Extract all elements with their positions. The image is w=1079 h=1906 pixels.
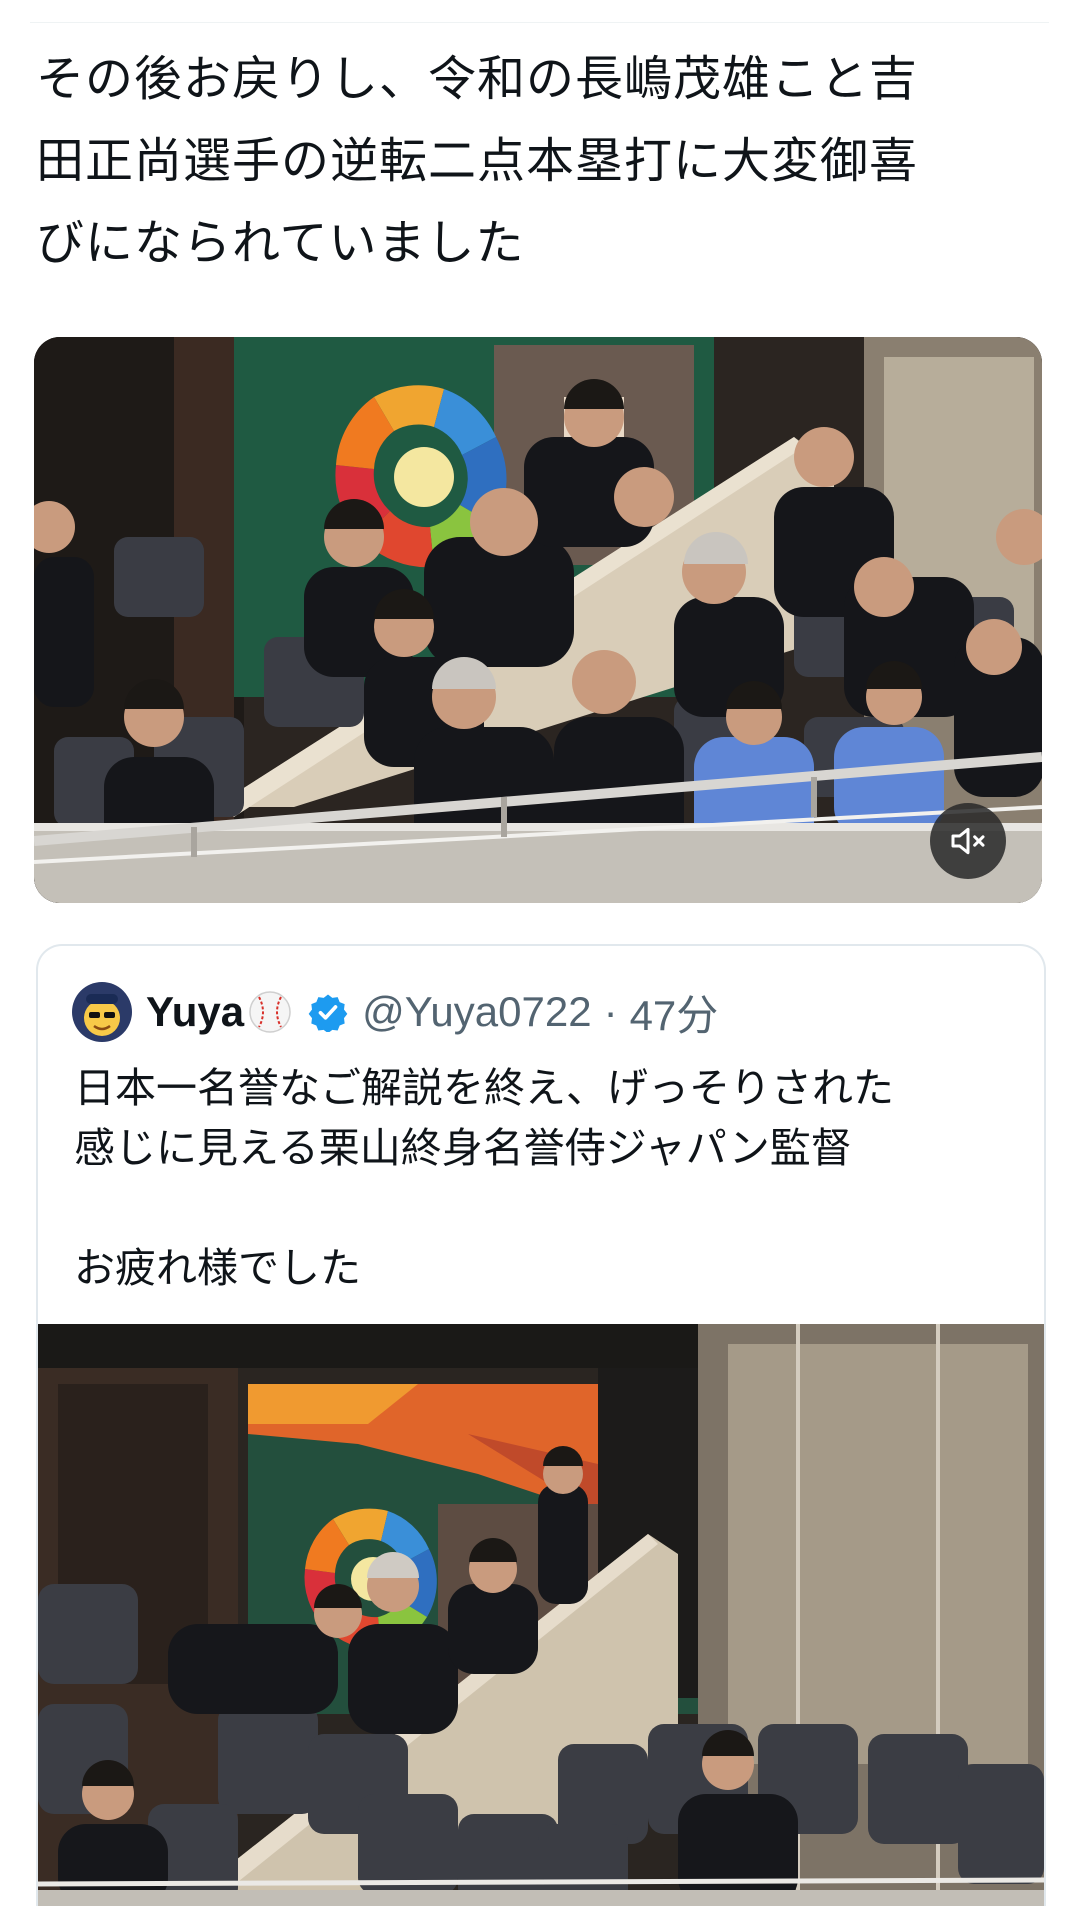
quoted-tweet-image[interactable] [38,1324,1044,1906]
quoted-tweet-card[interactable]: Yuya @Yuya0722 · 47分 日本一名誉なご解説を終え、げっそりされ… [36,944,1046,1906]
verified-badge-icon [308,994,348,1032]
handle[interactable]: @Yuya0722 [362,988,591,1036]
tweet-video[interactable] [34,337,1042,903]
speaker-muted-icon [951,827,985,855]
stadium-photo [38,1324,1044,1906]
baseball-icon [249,991,291,1033]
avatar[interactable] [72,982,132,1042]
display-name[interactable]: Yuya [146,988,244,1036]
quoted-tweet-text: 日本一名誉なご解説を終え、げっそりされた 感じに見える栗山終身名誉侍ジャパン監督… [74,1064,894,1292]
tweet-text: その後お戻りし、令和の長嶋茂雄こと吉 田正尚選手の逆転二点本塁打に大変御喜 びに… [36,51,919,271]
quoted-tweet-header: Yuya @Yuya0722 · 47分 [72,980,718,1044]
video-frame [34,337,1042,903]
mute-button[interactable] [930,803,1006,879]
top-divider [30,22,1049,23]
separator-dot: · [603,988,618,1035]
timestamp[interactable]: 47分 [630,982,719,1043]
